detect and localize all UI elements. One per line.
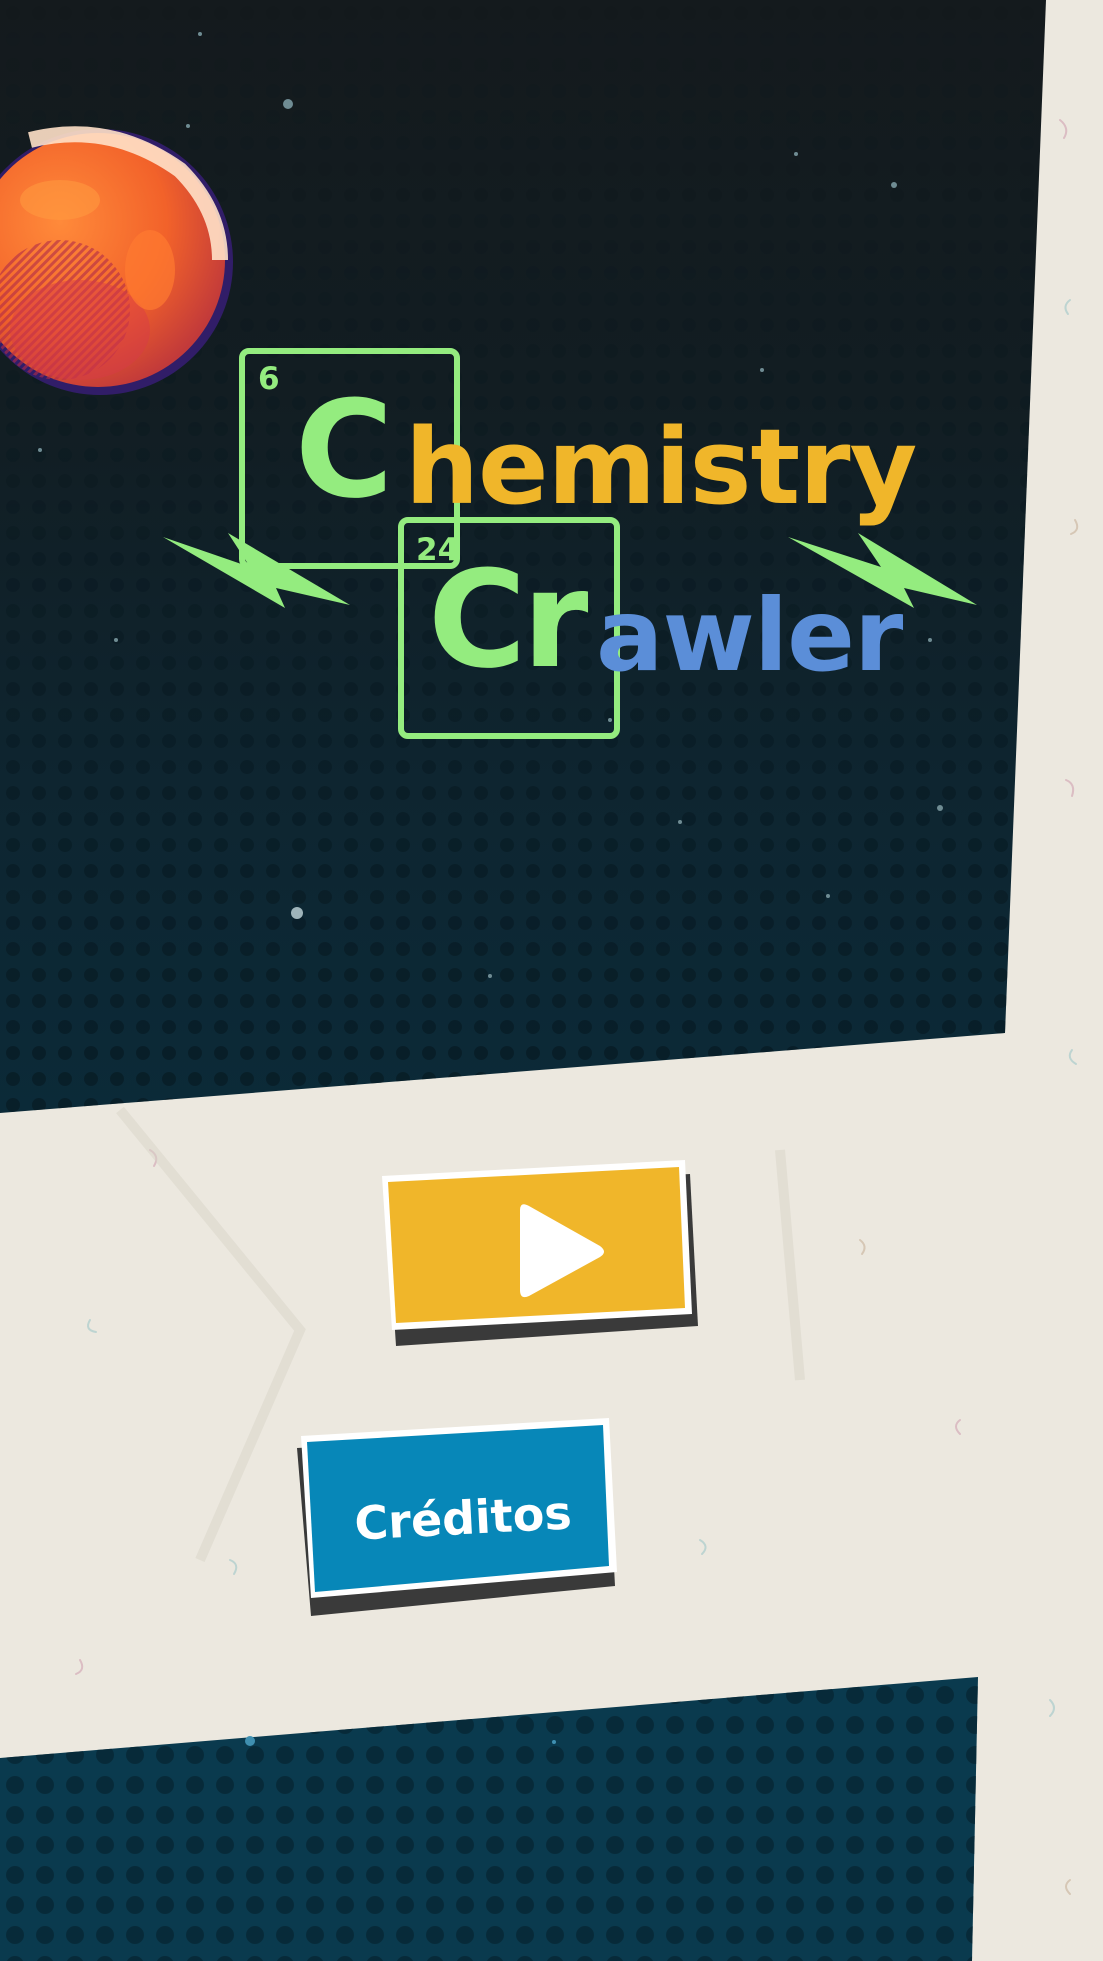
element-symbol-chromium: Cr bbox=[428, 542, 588, 698]
credits-button[interactable]: Créditos bbox=[297, 1418, 629, 1618]
credits-button-shape bbox=[297, 1418, 617, 1616]
title-word-crawler: awler bbox=[596, 577, 903, 694]
element-symbol-carbon: C bbox=[295, 372, 393, 528]
title-word-chemistry: hemistry bbox=[405, 406, 917, 528]
play-button[interactable] bbox=[382, 1150, 707, 1350]
play-icon bbox=[520, 1204, 604, 1298]
title-screen-background bbox=[0, 0, 1103, 1961]
title-screen: 6 C hemistry 24 Cr awler Créditos bbox=[0, 0, 1103, 1961]
element-number-carbon: 6 bbox=[258, 361, 280, 397]
